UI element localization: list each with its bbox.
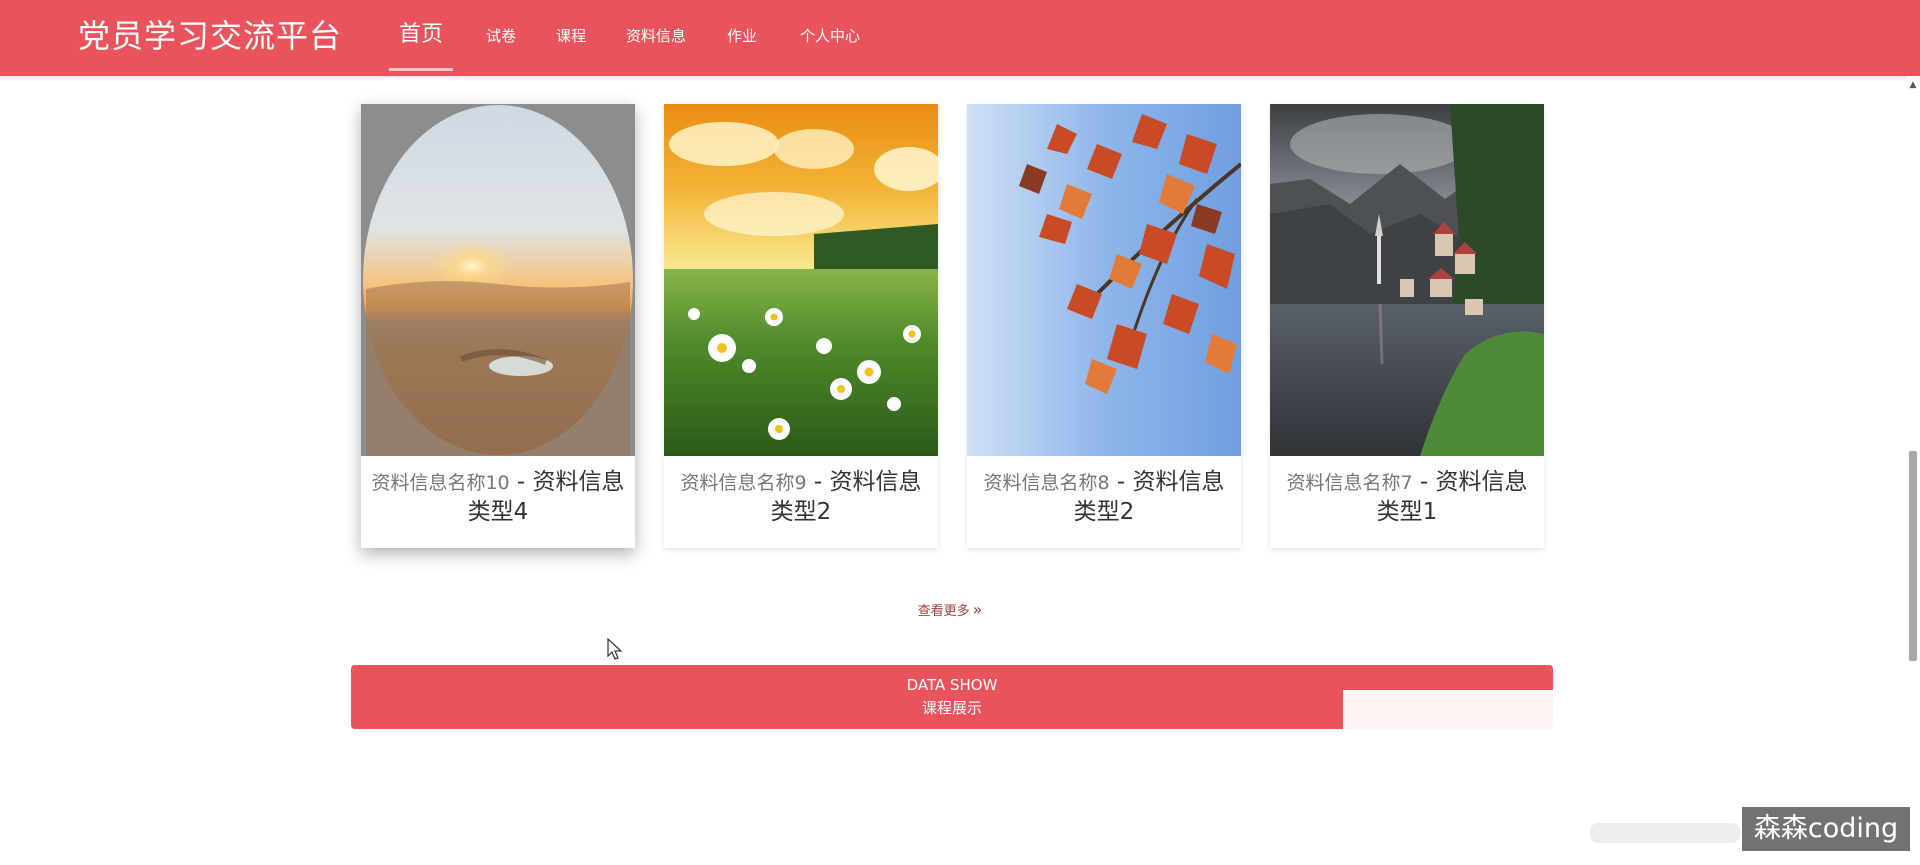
material-card[interactable]: 资料信息名称10 - 资料信息类型4 [361, 104, 635, 548]
nav-materials[interactable]: 资料信息 [626, 0, 686, 76]
material-card[interactable]: 资料信息名称7 - 资料信息类型1 [1270, 104, 1544, 548]
double-chevron-right-icon: » [972, 600, 983, 619]
material-card[interactable]: 资料信息名称9 - 资料信息类型2 [664, 104, 938, 548]
nav-exams[interactable]: 试卷 [486, 0, 516, 76]
scrollbar-thumb[interactable] [1909, 451, 1917, 661]
top-navbar: 党员学习交流平台 首页 试卷 课程 资料信息 作业 个人中心 [0, 0, 1920, 76]
daisy-field-image[interactable] [664, 104, 938, 456]
card-separator: - [509, 469, 533, 495]
card-name: 资料信息名称7 [1286, 472, 1413, 494]
nav-personal-center[interactable]: 个人中心 [800, 0, 860, 76]
scroll-up-arrow-icon[interactable]: ▲ [1906, 80, 1920, 90]
card-caption[interactable]: 资料信息名称9 - 资料信息类型2 [674, 468, 928, 527]
mouse-cursor-icon [607, 638, 623, 660]
autumn-leaves-image[interactable] [967, 104, 1241, 456]
card-separator: - [806, 469, 830, 495]
nav-homework[interactable]: 作业 [727, 0, 757, 76]
lake-village-image[interactable] [1270, 104, 1544, 456]
card-separator: - [1412, 469, 1436, 495]
card-caption[interactable]: 资料信息名称7 - 资料信息类型1 [1280, 468, 1534, 527]
card-separator: - [1109, 469, 1133, 495]
fade-overlay [1343, 690, 1563, 746]
nav-home[interactable]: 首页 [399, 0, 443, 76]
material-card[interactable]: 资料信息名称8 - 资料信息类型2 [967, 104, 1241, 548]
view-more-link[interactable]: 查看更多» [880, 600, 1020, 619]
card-caption[interactable]: 资料信息名称10 - 资料信息类型4 [371, 468, 625, 527]
site-title[interactable]: 党员学习交流平台 [78, 14, 342, 58]
watermark: 森森coding [1742, 807, 1910, 851]
view-more-label: 查看更多 [917, 604, 970, 619]
card-name: 资料信息名称10 [371, 472, 510, 494]
page-scrollbar[interactable]: ▲ [1906, 76, 1920, 865]
card-name: 资料信息名称8 [983, 472, 1110, 494]
blurred-overlay-text [1590, 823, 1740, 843]
nav-active-underline [389, 68, 453, 71]
nav-courses[interactable]: 课程 [556, 0, 586, 76]
card-name: 资料信息名称9 [680, 472, 807, 494]
desert-sunset-image[interactable] [361, 104, 635, 456]
card-caption[interactable]: 资料信息名称8 - 资料信息类型2 [977, 468, 1231, 527]
